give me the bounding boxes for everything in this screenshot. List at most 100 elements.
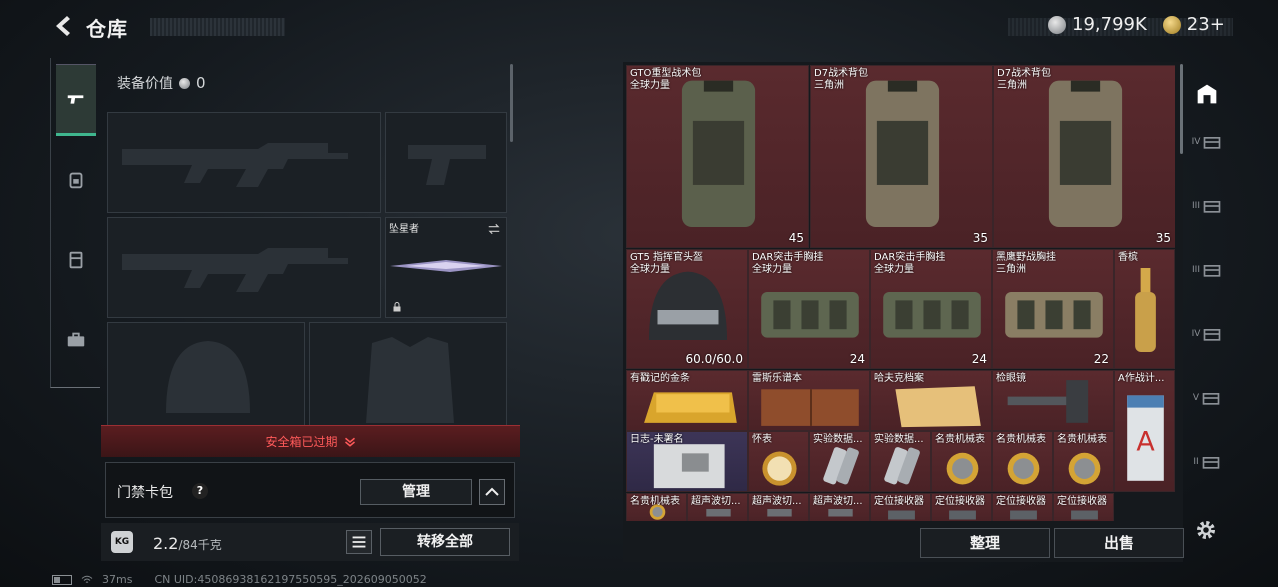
wifi-icon [81,575,93,583]
item-name: DAR突击手胸挂 [874,252,946,263]
settings-button[interactable] [1194,518,1218,542]
tab-storage-2[interactable]: IV [1191,122,1223,162]
storage-box-icon [1202,457,1219,469]
item-name: 检眼镜 [996,373,1026,384]
item-stat: 60.0/60.0 [685,352,743,366]
inventory-item[interactable]: 实验数据... [809,431,870,492]
inventory-item[interactable]: 日志-未署名 [626,431,748,492]
double-chevron-down-icon [344,437,355,447]
scrollbar[interactable] [1180,64,1183,154]
inventory-item[interactable]: 定位接收器 [870,493,931,521]
inventory-item[interactable]: 定位接收器 [931,493,992,521]
inventory-item[interactable]: 香槟 [1114,249,1175,369]
item-stat: 35 [1155,231,1171,245]
storage-box-icon [1203,201,1221,213]
inventory-item[interactable]: 实验数据... [870,431,931,492]
battery-icon [52,574,72,585]
tab-storage-3[interactable]: III [1191,186,1223,226]
sell-button[interactable]: 出售 [1054,528,1184,558]
backpack-icon [69,172,83,189]
briefcase-icon [67,332,85,347]
tab-armor[interactable] [56,144,96,216]
item-name: A作战计... [1118,373,1165,384]
collapse-button[interactable] [479,479,505,505]
inventory-item[interactable]: 超声波切... [687,493,748,521]
item-name: 香槟 [1118,252,1138,263]
armor-silhouette-icon [366,337,454,423]
item-name: 名贵机械表 [996,434,1046,445]
item-name: GT5 指挥官头盔 [630,252,704,263]
inventory-item[interactable]: GTO重型战术包 全球力量 45 [626,65,809,248]
sort-button[interactable]: 整理 [920,528,1050,558]
inventory-item[interactable]: GT5 指挥官头盔 全球力量 60.0/60.0 [626,249,748,369]
inventory-item[interactable]: DAR突击手胸挂 全球力量 24 [870,249,992,369]
inventory-item[interactable]: 名贵机械表 [992,431,1053,492]
tab-storage-7[interactable]: II [1191,442,1223,482]
inventory-item[interactable]: D7战术背包 三角洲 35 [993,65,1175,248]
inventory-item[interactable]: 雷斯乐谱本 [748,370,870,431]
tab-vest[interactable] [56,224,96,296]
inventory-item[interactable]: 黑鹰野战胸挂 三角洲 22 [992,249,1114,369]
scrollbar[interactable] [510,64,513,142]
tab-warehouse-home[interactable] [1191,74,1223,114]
pistol-slot[interactable] [385,112,507,213]
helmet-slot[interactable] [107,322,305,425]
item-name: D7战术背包 [814,68,869,79]
back-button[interactable] [50,14,74,38]
armor-slot[interactable] [309,322,507,425]
item-name: 黑鹰野战胸挂 [996,252,1056,263]
tab-storage-level: III [1192,265,1200,275]
tab-storage-5[interactable]: IV [1191,314,1223,354]
storage-box-icon [1202,393,1220,405]
capacity-current: 2.2 [153,534,179,553]
access-card-pack: 门禁卡包 ? 管理 [105,462,515,518]
storage-box-icon [1204,137,1221,149]
inventory-item[interactable]: 检眼镜 [992,370,1114,431]
item-name: 名贵机械表 [935,434,985,445]
item-name: 实验数据... [874,434,924,445]
swap-icon[interactable] [487,222,501,236]
manage-button[interactable]: 管理 [360,479,472,505]
gold-coin-icon [1162,15,1181,34]
inventory-item[interactable]: 怀表 [748,431,809,492]
safe-box-expired-banner[interactable]: 安全箱已过期 [101,425,520,457]
inventory-item[interactable]: 哈夫克档案 [870,370,992,431]
inventory-item[interactable]: D7战术背包 三角洲 35 [810,65,993,248]
inventory-item[interactable]: 名贵机械表 [931,431,992,492]
safe-box-expired-text: 安全箱已过期 [265,435,338,449]
inventory-item[interactable]: 超声波切... [748,493,809,521]
tab-case[interactable] [56,304,96,376]
lock-icon [393,302,401,312]
secondary-weapon-slot[interactable] [107,217,381,318]
inventory-item[interactable]: 定位接收器 [1053,493,1114,521]
warehouse-grid: GTO重型战术包 全球力量 45 D7战术背包 三角洲 35 D7战术背包 三角洲 35 GT5 … [626,65,1175,521]
item-name: 超声波切... [752,496,802,507]
inventory-item[interactable]: A A作战计... [1114,370,1175,492]
inventory-item[interactable]: 超声波切... [809,493,870,521]
help-icon[interactable]: ? [192,483,208,499]
item-faction: 全球力量 [752,264,792,275]
rifle-silhouette-icon [122,143,348,187]
primary-weapon-slot[interactable] [107,112,381,213]
inventory-item[interactable]: 名贵机械表 [1053,431,1114,492]
inventory-item[interactable]: 有戳记的金条 [626,370,748,431]
melee-slot[interactable]: 坠星者 [385,217,507,318]
list-view-button[interactable] [346,530,372,554]
item-name: 定位接收器 [874,496,924,507]
item-faction: 全球力量 [630,80,670,91]
inventory-item[interactable]: DAR突击手胸挂 全球力量 24 [748,249,870,369]
tab-weapons[interactable] [56,64,96,136]
capacity-max: /84千克 [178,538,222,552]
item-faction: 三角洲 [997,80,1027,91]
decorative-stripe [150,18,285,36]
inventory-item[interactable]: 名贵机械表 [626,493,687,521]
capacity-text: 2.2/84千克 [153,534,222,553]
inventory-item[interactable]: 定位接收器 [992,493,1053,521]
tab-storage-4[interactable]: III [1191,250,1223,290]
ping-text: 37ms [102,573,133,586]
item-name: 定位接收器 [1057,496,1107,507]
backpack-icon [865,80,940,228]
silver-amount: 19,799K [1072,14,1147,35]
transfer-all-button[interactable]: 转移全部 [380,528,510,556]
tab-storage-6[interactable]: V [1191,378,1223,418]
